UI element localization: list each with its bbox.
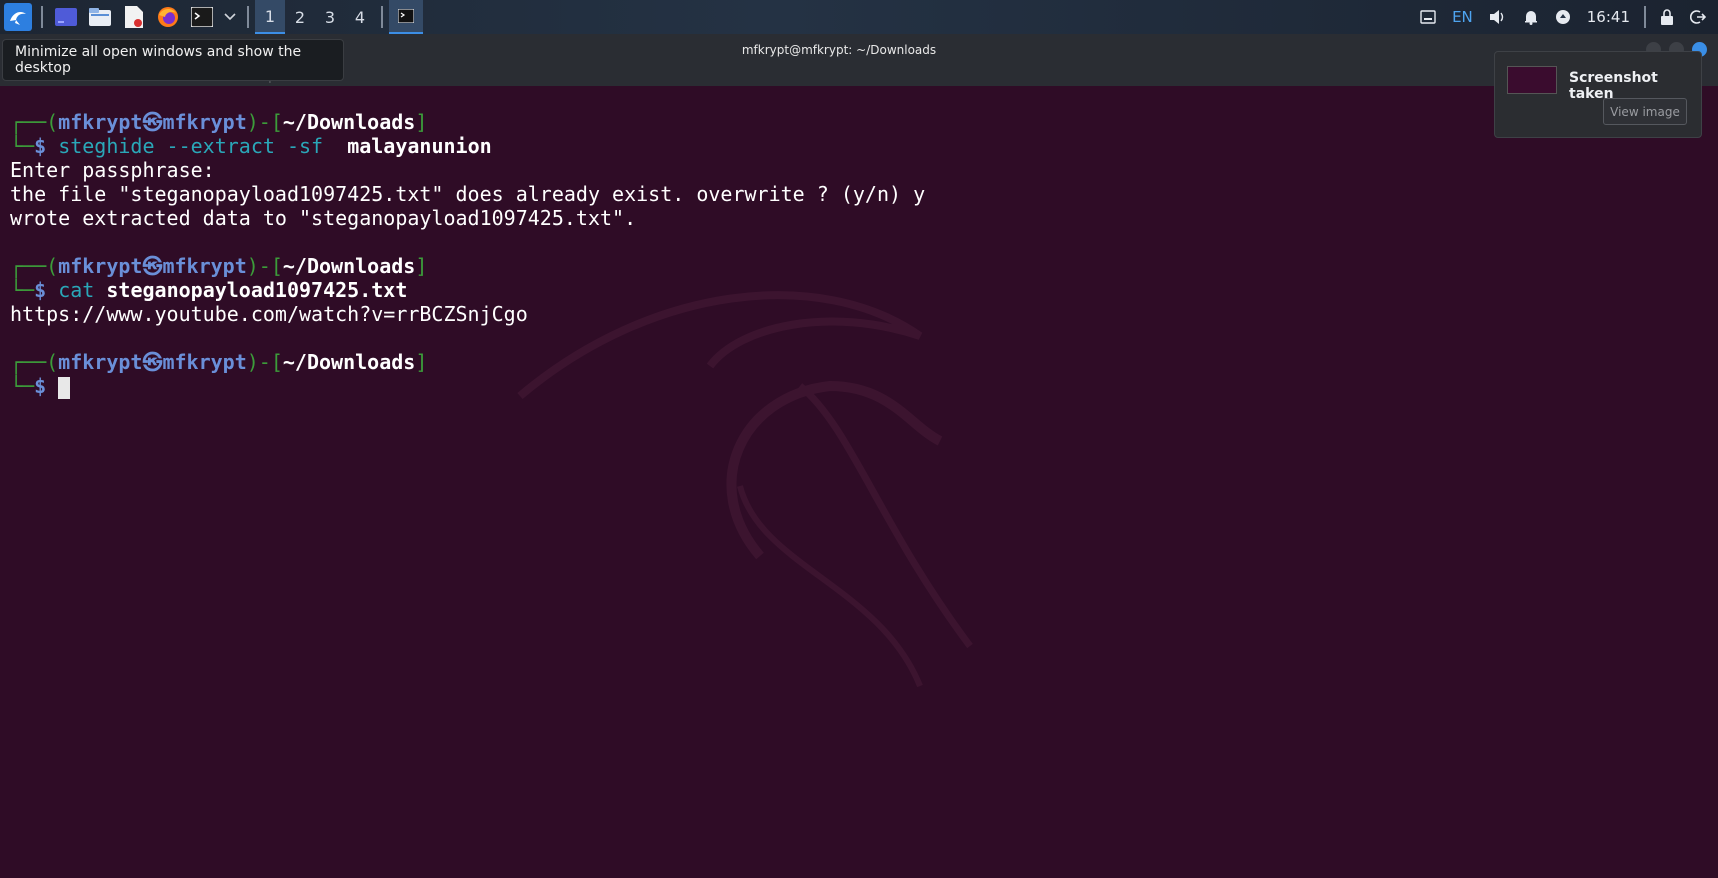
prompt-cwd: ~/Downloads [282, 110, 416, 134]
prompt-host: mfkrypt [162, 254, 247, 278]
keyboard-icon[interactable] [1420, 10, 1436, 24]
command-text: cat [58, 278, 95, 302]
update-icon[interactable] [1555, 9, 1571, 25]
firefox-icon[interactable] [154, 3, 182, 31]
tooltip-text: Minimize all open windows and show the d… [15, 44, 302, 76]
workspace-4[interactable]: 4 [345, 0, 375, 34]
output-line: https://www.youtube.com/watch?v=rrBCZSnj… [10, 302, 528, 326]
prompt-at-icon: ㉿ [142, 254, 163, 278]
command-line: └─$ cat steganopayload1097425.txt [10, 278, 408, 302]
prompt-cwd: ~/Downloads [282, 350, 416, 374]
desktop-icon[interactable] [52, 3, 80, 31]
show-desktop-tooltip: Minimize all open windows and show the d… [2, 39, 344, 81]
chevron-down-icon[interactable] [222, 3, 238, 31]
text-cursor [58, 376, 71, 399]
prompt-cwd: ~/Downloads [282, 254, 416, 278]
system-tray: EN 16:41 [1412, 0, 1718, 34]
text-editor-icon[interactable] [120, 3, 148, 31]
clock[interactable]: 16:41 [1587, 8, 1630, 26]
prompt-at-icon: ㉿ [142, 350, 163, 374]
prompt-at-icon: ㉿ [142, 110, 163, 134]
screenshot-thumbnail[interactable] [1507, 66, 1557, 94]
prompt-line: ┌──(mfkrypt㉿mfkrypt)-[~/Downloads] [10, 110, 428, 134]
command-argument: malayanunion [347, 134, 492, 158]
output-line: wrote extracted data to "steganopayload1… [10, 206, 637, 230]
output-line: the file "steganopayload1097425.txt" doe… [10, 182, 926, 206]
taskbar-separator [381, 6, 383, 28]
prompt-host: mfkrypt [162, 350, 247, 374]
command-text: steghide --extract -sf [58, 134, 324, 158]
output-line: Enter passphrase: [10, 158, 215, 182]
command-line: └─$ steghide --extract -sf malayanunion [10, 134, 492, 158]
command-argument: steganopayload1097425.txt [106, 278, 408, 302]
prompt-line: ┌──(mfkrypt㉿mfkrypt)-[~/Downloads] [10, 254, 428, 278]
screenshot-notification[interactable]: Screenshot taken View image [1494, 51, 1702, 138]
terminal-task-button[interactable] [389, 0, 423, 34]
workspace-2[interactable]: 2 [285, 0, 315, 34]
taskbar-separator [41, 6, 43, 28]
terminal-window: mfkrypt@mfkrypt: ~/Downloads File Action… [0, 34, 1718, 878]
workspace-1[interactable]: 1 [255, 0, 285, 34]
command-line: └─$ [10, 374, 71, 399]
lock-icon[interactable] [1660, 9, 1674, 25]
prompt-user: mfkrypt [58, 254, 143, 278]
terminal-icon[interactable] [188, 3, 216, 31]
volume-icon[interactable] [1489, 9, 1507, 25]
workspace-3[interactable]: 3 [315, 0, 345, 34]
file-manager-icon[interactable] [86, 3, 114, 31]
language-indicator[interactable]: EN [1452, 8, 1473, 26]
terminal-task-icon [398, 9, 414, 23]
prompt-user: mfkrypt [58, 350, 143, 374]
prompt-user: mfkrypt [58, 110, 143, 134]
bell-icon[interactable] [1523, 9, 1539, 25]
prompt-host: mfkrypt [162, 110, 247, 134]
taskbar-separator [247, 6, 249, 28]
taskbar: 1 2 3 4 EN 16:41 [0, 0, 1718, 34]
logout-icon[interactable] [1690, 9, 1706, 25]
prompt-line: ┌──(mfkrypt㉿mfkrypt)-[~/Downloads] [10, 350, 428, 374]
tray-separator [1644, 6, 1646, 28]
view-image-button[interactable]: View image [1603, 98, 1687, 125]
kali-dragon-watermark [517, 291, 973, 688]
terminal-output[interactable]: ┌──(mfkrypt㉿mfkrypt)-[~/Downloads] └─$ s… [0, 86, 1718, 878]
kali-menu-icon[interactable] [4, 3, 32, 31]
